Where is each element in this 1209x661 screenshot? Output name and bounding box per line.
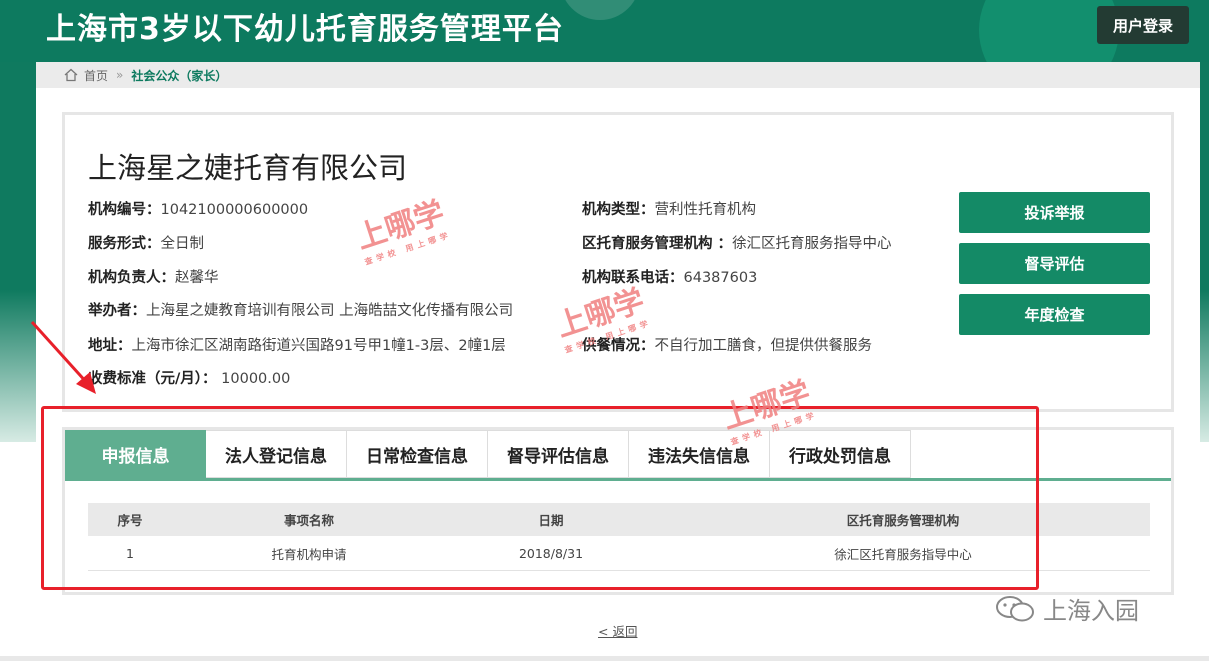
page-bottom-bar [0, 656, 1209, 661]
field-label: 举办者： [88, 303, 146, 319]
highlight-box [41, 406, 1039, 590]
field-value: 不自行加工膳食，但提供供餐服务 [654, 338, 873, 354]
field-label: 区托育服务管理机构 ： [582, 236, 733, 252]
district-agency: 区托育服务管理机构 ：徐汇区托育服务指导中心 [582, 232, 892, 253]
breadcrumb: 首页 » 社会公众（家长） [36, 62, 1200, 88]
field-label: 服务形式： [88, 236, 161, 252]
wechat-label: 上海入园 [1043, 597, 1139, 625]
arrow-icon [30, 320, 96, 394]
org-number: 机构编号：1042100000600000 [88, 198, 308, 219]
field-value: 1042100000600000 [160, 202, 309, 218]
field-label: 机构负责人： [88, 270, 175, 286]
field-value: 上海星之婕教育培训有限公司 上海皓喆文化传播有限公司 [146, 303, 514, 319]
field-value: 营利性托育机构 [654, 202, 757, 218]
complaint-button[interactable]: 投诉举报 [959, 192, 1150, 233]
field-label: 收费标准（元/月）： [88, 371, 217, 387]
wechat-watermark: 上海入园 [995, 591, 1139, 626]
org-leader: 机构负责人：赵馨华 [88, 266, 219, 287]
field-value: 赵馨华 [175, 270, 219, 286]
service-form: 服务形式：全日制 [88, 232, 204, 253]
field-value: 64387603 [683, 270, 758, 286]
org-name: 上海星之婕托育有限公司 [88, 151, 408, 185]
site-header: 上海市3岁以下幼儿托育服务管理平台 用户登录 [0, 0, 1209, 62]
org-type: 机构类型：营利性托育机构 [582, 198, 756, 219]
annual-check-button[interactable]: 年度检查 [959, 294, 1150, 335]
wechat-icon [996, 595, 1034, 621]
back-link[interactable]: < 返回 [598, 621, 637, 640]
org-sponsor: 举办者：上海星之婕教育培训有限公司 上海皓喆文化传播有限公司 [88, 299, 513, 320]
breadcrumb-separator: » [116, 68, 124, 82]
field-value: 全日制 [160, 236, 205, 252]
field-value: 徐汇区托育服务指导中心 [732, 236, 892, 252]
field-value: 10000.00 [216, 371, 291, 387]
supervision-button[interactable]: 督导评估 [959, 243, 1150, 284]
login-button[interactable]: 用户登录 [1097, 6, 1189, 44]
home-icon[interactable] [64, 68, 78, 82]
header-decoration [560, 0, 640, 20]
meal-service: 供餐情况：不自行加工膳食，但提供供餐服务 [582, 334, 872, 355]
site-title: 上海市3岁以下幼儿托育服务管理平台 [46, 12, 564, 47]
org-address: 地址：上海市徐汇区湖南路街道兴国路91号甲1幢1-3层、2幢1层 [88, 334, 506, 355]
breadcrumb-current: 社会公众（家长） [131, 68, 228, 83]
field-label: 机构类型： [582, 202, 655, 218]
fee-standard: 收费标准（元/月）： 10000.00 [88, 367, 290, 388]
field-label: 机构编号： [88, 202, 161, 218]
field-value: 上海市徐汇区湖南路街道兴国路91号甲1幢1-3层、2幢1层 [131, 338, 506, 354]
breadcrumb-home[interactable]: 首页 [84, 67, 108, 84]
